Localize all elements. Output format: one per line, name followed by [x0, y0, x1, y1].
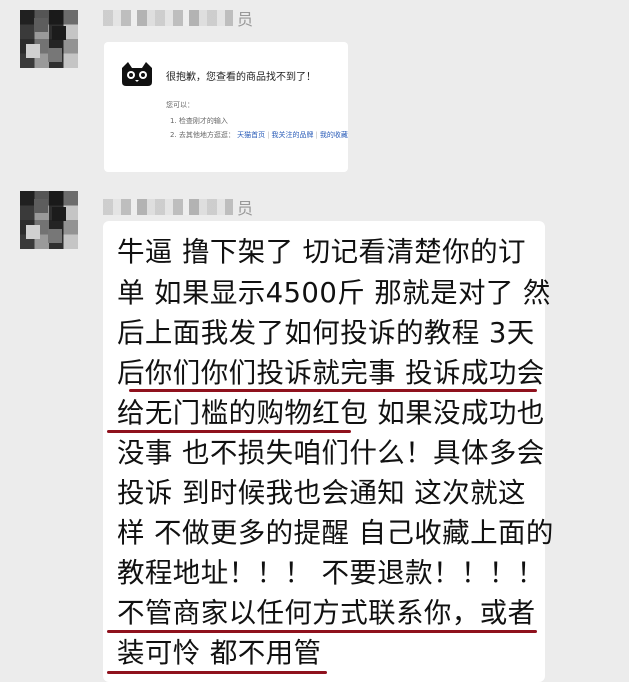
avatar-blur-block [34, 18, 48, 32]
message-line: 装可怜 都不用管 [117, 637, 322, 669]
link-separator: | [315, 131, 318, 139]
avatar[interactable] [20, 191, 78, 249]
avatar-blur-block [48, 48, 62, 62]
message-bubble[interactable]: 牛逼 撸下架了 切记看清楚你的订 单 如果显示4500斤 那就是对了 然 后上面… [103, 221, 553, 682]
product-not-found-card[interactable]: 很抱歉，您查看的商品找不到了！ 您可以： 1. 检查刚才的输入 2. 去其他地方… [104, 42, 348, 172]
sender-role: 员 [237, 10, 254, 29]
link-favorites[interactable]: 我的收藏 [320, 131, 348, 139]
underline-mark [107, 630, 537, 633]
blurred-name [103, 199, 233, 215]
avatar-blur-block [48, 229, 62, 243]
underline-mark [129, 389, 537, 392]
message-line: 投诉 到时候我也会通知 这次就这 [117, 477, 526, 509]
underline-mark [107, 671, 327, 674]
card-options-list: 1. 检查刚才的输入 2. 去其他地方逛逛： 天猫首页 | 我关注的品牌 | 我的收藏 [170, 116, 348, 144]
link-separator: | [267, 131, 270, 139]
message-line: 单 如果显示4500斤 那就是对了 然 [117, 277, 551, 309]
avatar[interactable] [20, 10, 78, 68]
message-line: 样 不做更多的提醒 自己收藏上面的 [117, 517, 554, 549]
message-line: 没事 也不损失咱们什么！具体多会 [117, 437, 545, 469]
link-followed-brands[interactable]: 我关注的品牌 [272, 131, 314, 139]
message-line: 后上面我发了如何投诉的教程 3天 [117, 317, 535, 349]
option-text: 去其他地方逛逛： [178, 131, 235, 139]
message-line: 后你们你们投诉就完事 投诉成功会 [117, 357, 545, 389]
option-number: 2. [170, 131, 177, 139]
avatar-blur-block [26, 225, 40, 239]
option-number: 1. [170, 117, 177, 125]
blurred-name [103, 10, 233, 26]
avatar-blur-block [34, 199, 48, 213]
message-line: 牛逼 撸下架了 切记看清楚你的订 [117, 236, 526, 268]
link-tmall-home[interactable]: 天猫首页 [237, 131, 265, 139]
underline-mark [107, 430, 351, 433]
avatar-blur-block [26, 44, 40, 58]
message-line: 教程地址！！！ 不要退款！！！！ [117, 557, 545, 589]
card-title: 很抱歉，您查看的商品找不到了！ [166, 72, 316, 83]
sender-name: 员 [103, 196, 253, 218]
card-label: 您可以： [166, 101, 194, 109]
sender-name: 员 [103, 7, 253, 29]
message-line: 不管商家以任何方式联系你，或者 [117, 597, 536, 629]
tmall-cat-icon [122, 62, 152, 86]
sender-role: 员 [237, 199, 254, 218]
avatar-blur-block [52, 26, 66, 40]
message-line: 给无门槛的购物红包 如果没成功也 [117, 397, 545, 429]
card-option-2: 2. 去其他地方逛逛： 天猫首页 | 我关注的品牌 | 我的收藏 [170, 130, 348, 144]
option-text: 检查刚才的输入 [178, 117, 228, 125]
avatar-blur-block [52, 207, 66, 221]
card-option-1: 1. 检查刚才的输入 [170, 116, 348, 130]
